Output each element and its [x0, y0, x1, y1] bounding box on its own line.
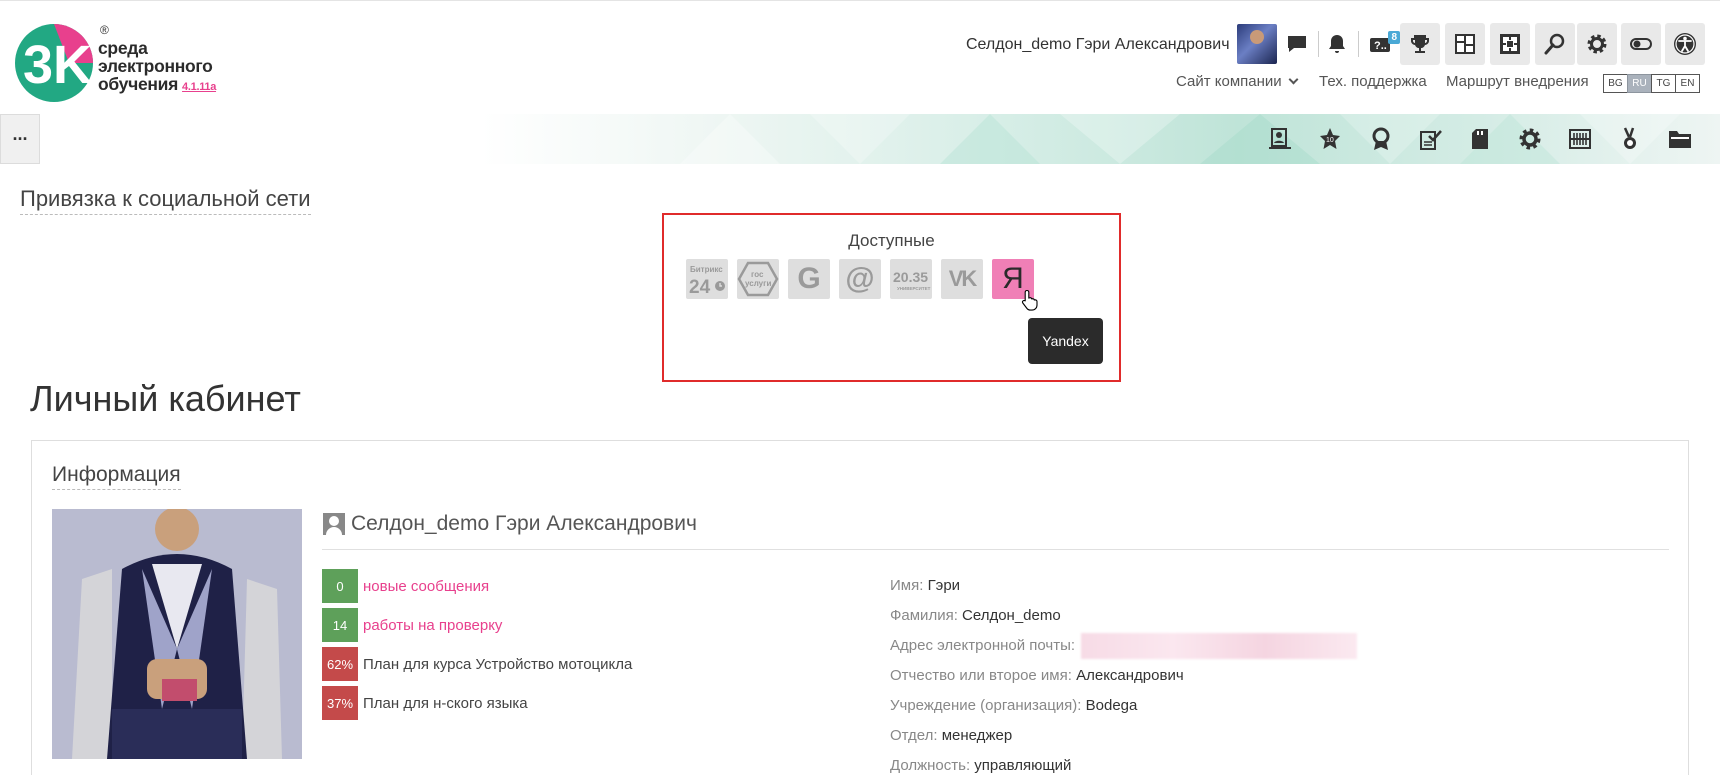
profile-photo — [52, 509, 302, 759]
social-title: Привязка к социальной сети — [20, 186, 311, 215]
settings-gear-icon[interactable] — [1517, 126, 1543, 152]
toggle-icon[interactable] — [1621, 23, 1661, 65]
social-subtitle: Доступные — [848, 231, 935, 250]
person-icon — [323, 513, 345, 535]
svg-text:услуги: услуги — [745, 279, 771, 288]
divider — [322, 549, 1669, 550]
stat-works-review[interactable]: 14 работы на проверку — [322, 608, 502, 642]
field-middle-name: Отчество или второе имя: Александрович — [890, 667, 1184, 684]
stat-value: 0 — [322, 569, 358, 603]
medal-icon[interactable] — [1617, 126, 1643, 152]
route-link[interactable]: Маршрут внедрения — [1446, 73, 1589, 90]
sd-card-icon[interactable] — [1467, 126, 1493, 152]
navbar: ··· 10 — [0, 114, 1720, 164]
info-title: Информация — [52, 463, 181, 490]
vk-icon[interactable]: VK — [941, 259, 983, 299]
logo[interactable]: 3K ® среда электронного обучения 4.1.11a — [14, 21, 234, 107]
svg-text:24: 24 — [689, 277, 711, 298]
accessibility-icon[interactable] — [1665, 23, 1705, 65]
google-icon[interactable]: G — [788, 259, 830, 299]
search-icon[interactable] — [1535, 23, 1575, 65]
field-department: Отдел: менеджер — [890, 727, 1013, 744]
messages-icon[interactable] — [1277, 23, 1317, 65]
user-avatar[interactable] — [1237, 24, 1277, 64]
bitrix24-icon[interactable]: Битрикс 24 — [686, 259, 728, 299]
field-position: Должность: управляющий — [890, 757, 1072, 774]
stat-link[interactable]: работы на проверку — [363, 617, 502, 634]
svg-text:гос: гос — [751, 270, 764, 279]
checklist-icon[interactable] — [1417, 126, 1443, 152]
stat-new-messages[interactable]: 0 новые сообщения — [322, 569, 489, 603]
stat-value: 14 — [322, 608, 358, 642]
university-2035-icon[interactable]: 20.35 УНИВЕРСИТЕТ — [890, 259, 932, 299]
stat-plan-motorcycle: 62% План для курса Устройство мотоцикла — [322, 647, 632, 681]
award-icon[interactable] — [1368, 126, 1394, 152]
support-link[interactable]: Тех. поддержка — [1319, 73, 1427, 90]
top-links: Сайт компании Тех. поддержка Маршрут вне… — [0, 73, 1600, 93]
field-organization: Учреждение (организация): Bodega — [890, 697, 1138, 714]
gosuslugi-icon[interactable]: гос услуги — [737, 259, 779, 299]
hand-cursor-icon — [1021, 289, 1038, 311]
yandex-tooltip: Yandex — [1028, 318, 1103, 364]
svg-text:20.35: 20.35 — [893, 269, 928, 285]
company-site-link[interactable]: Сайт компании — [1176, 73, 1299, 90]
dashboard-icon[interactable] — [1445, 23, 1485, 65]
menu-button[interactable]: ··· — [0, 114, 40, 164]
header: 3K ® среда электронного обучения 4.1.11a … — [0, 0, 1720, 112]
barcode-icon[interactable] — [1567, 126, 1593, 152]
header-separator — [1358, 31, 1359, 57]
question-icon[interactable]: ?.. 8 — [1360, 23, 1400, 65]
field-last-name: Фамилия: Селдон_demo — [890, 607, 1061, 624]
bell-icon[interactable] — [1317, 23, 1357, 65]
field-first-name: Имя: Гэри — [890, 577, 961, 594]
lang-tg[interactable]: TG — [1651, 74, 1676, 93]
profile-name: Селдон_demo Гэри Александрович — [323, 512, 697, 536]
trophy-icon[interactable] — [1400, 23, 1440, 65]
social-providers-box: Доступные Битрикс 24 гос услуги G @ 20.3… — [662, 213, 1121, 382]
logo-registered: ® — [100, 23, 109, 37]
svg-text:?..: ?.. — [1374, 40, 1387, 52]
field-email: Адрес электронной почты: — [890, 633, 1358, 659]
email-redacted — [1081, 633, 1358, 659]
lang-bg[interactable]: BG — [1603, 74, 1628, 93]
stat-plan-language: 37% План для н-ского языка — [322, 686, 528, 720]
chevron-down-icon — [1288, 74, 1299, 85]
language-switcher: BG RU TG EN — [1603, 74, 1700, 93]
notifications-badge: 8 — [1388, 31, 1400, 44]
stat-link[interactable]: новые сообщения — [363, 578, 489, 595]
lang-en[interactable]: EN — [1675, 74, 1700, 93]
stat-value: 37% — [322, 686, 358, 720]
puzzle-icon[interactable] — [1490, 23, 1530, 65]
lang-ru[interactable]: RU — [1627, 74, 1652, 93]
stat-label: План для курса Устройство мотоцикла — [363, 655, 633, 673]
svg-text:УНИВЕРСИТЕТ: УНИВЕРСИТЕТ — [897, 286, 931, 291]
stat-label: План для н-ского языка — [363, 694, 528, 712]
mailru-icon[interactable]: @ — [839, 259, 881, 299]
user-card-icon[interactable] — [1267, 126, 1293, 152]
star-badge-icon[interactable]: 10 — [1317, 126, 1343, 152]
user-name[interactable]: Селдон_demo Гэри Александрович — [966, 36, 1230, 54]
svg-text:10: 10 — [1326, 137, 1334, 144]
info-card: Информация Селдон_demo Гэри Александрови… — [31, 440, 1689, 775]
stat-value: 62% — [322, 647, 358, 681]
page-title: Личный кабинет — [30, 378, 301, 419]
gear-icon[interactable] — [1577, 23, 1617, 65]
svg-text:Битрикс: Битрикс — [690, 265, 723, 274]
folder-icon[interactable] — [1667, 126, 1693, 152]
